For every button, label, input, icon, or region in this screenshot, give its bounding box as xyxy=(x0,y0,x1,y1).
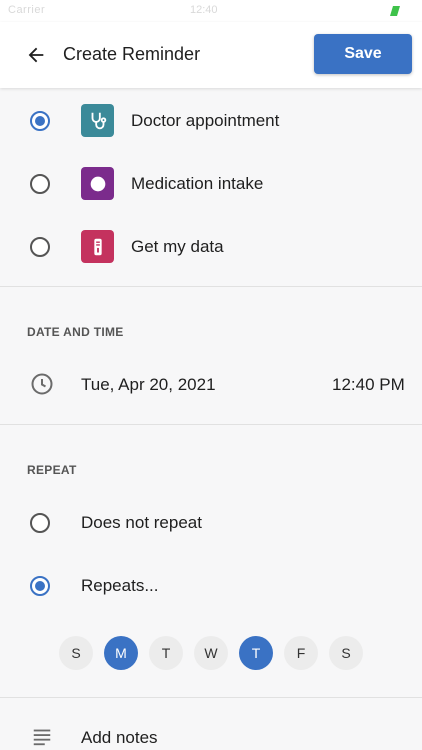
pill-icon xyxy=(81,167,114,200)
day-friday[interactable]: F xyxy=(284,636,318,670)
radio-doctor-appointment[interactable] xyxy=(30,111,50,131)
arrow-left-icon xyxy=(28,47,44,63)
battery-icon xyxy=(390,6,400,16)
divider xyxy=(0,424,422,425)
back-button[interactable] xyxy=(20,39,52,71)
repeat-header: REPEAT xyxy=(27,463,77,477)
day-thursday[interactable]: T xyxy=(239,636,273,670)
save-button[interactable]: Save xyxy=(314,34,412,74)
day-sunday[interactable]: S xyxy=(59,636,93,670)
radio-does-not-repeat[interactable] xyxy=(30,513,50,533)
divider xyxy=(0,697,422,698)
device-icon xyxy=(81,230,114,263)
add-notes-label: Add notes xyxy=(81,728,158,747)
status-time: 12:40 xyxy=(190,4,218,16)
reminder-type-label: Medication intake xyxy=(131,174,264,193)
page-title: Create Reminder xyxy=(63,44,201,64)
day-tuesday[interactable]: T xyxy=(149,636,183,670)
notes-icon xyxy=(31,725,53,750)
repeat-option-label: Repeats... xyxy=(81,576,159,595)
repeat-option-label: Does not repeat xyxy=(81,513,202,532)
reminder-type-label: Doctor appointment xyxy=(131,111,280,130)
reminder-type-label: Get my data xyxy=(131,237,224,256)
day-saturday[interactable]: S xyxy=(329,636,363,670)
status-bar: Carrier 12:40 xyxy=(0,0,422,22)
day-monday[interactable]: M xyxy=(104,636,138,670)
stethoscope-icon xyxy=(81,104,114,137)
app-bar: Create Reminder Save xyxy=(0,22,422,88)
date-value[interactable]: Tue, Apr 20, 2021 xyxy=(81,375,216,395)
radio-get-my-data[interactable] xyxy=(30,237,50,257)
clock-icon xyxy=(30,372,54,401)
time-value[interactable]: 12:40 PM xyxy=(332,375,405,395)
date-time-header: DATE AND TIME xyxy=(27,325,124,339)
carrier-label: Carrier xyxy=(8,4,46,16)
radio-medication-intake[interactable] xyxy=(30,174,50,194)
radio-repeats[interactable] xyxy=(30,576,50,596)
divider xyxy=(0,286,422,287)
day-wednesday[interactable]: W xyxy=(194,636,228,670)
